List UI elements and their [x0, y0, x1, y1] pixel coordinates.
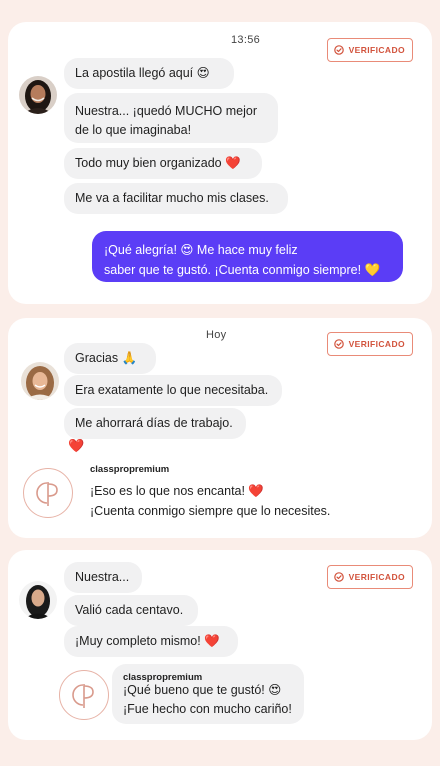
verified-label: VERIFICADO — [348, 572, 405, 582]
chat-card-1: 13:56 VERIFICADO La apostila llegó aquí … — [8, 22, 432, 304]
message-bubble: Nuestra... — [64, 562, 142, 593]
verified-badge: VERIFICADO — [326, 38, 413, 62]
chat-card-3: VERIFICADO Nuestra... Valió cada centavo… — [8, 550, 432, 740]
message-bubble: ¡Muy completo mismo! ❤️ — [64, 626, 238, 657]
avatar-photo — [21, 362, 59, 400]
reply-author: classpropremium — [123, 672, 203, 683]
verified-badge: VERIFICADO — [326, 332, 413, 356]
reply-text: ¡Eso es lo que nos encanta! ❤️ ¡Cuenta c… — [90, 484, 331, 518]
heart-reaction: ❤️ — [68, 438, 85, 453]
brand-logo — [59, 670, 109, 720]
classpro-logo — [36, 482, 58, 506]
message-bubble: La apostila llegó aquí 😍 — [64, 58, 234, 89]
reply-author: classpropremium — [90, 464, 170, 475]
check-circle-icon — [333, 572, 344, 582]
timestamp: Hoy — [206, 329, 227, 341]
brand-logo — [23, 468, 73, 518]
message-bubble: Era exatamente lo que necesitaba. — [64, 375, 282, 406]
message-bubble: Todo muy bien organizado ❤️ — [64, 148, 262, 179]
verified-label: VERIFICADO — [348, 339, 405, 349]
verified-badge: VERIFICADO — [326, 565, 413, 589]
classpro-logo — [72, 684, 94, 708]
timestamp: 13:56 — [231, 34, 261, 46]
avatar — [21, 362, 59, 400]
reply-bubble: ¡Qué alegría! 😍 Me hace muy feliz saber … — [92, 231, 403, 282]
reply-bubble: classpropremium ¡Qué bueno que te gustó!… — [112, 664, 304, 724]
avatar-photo — [19, 76, 57, 114]
verified-label: VERIFICADO — [348, 45, 405, 55]
message-bubble: Me va a facilitar mucho mis clases. — [64, 183, 288, 214]
check-circle-icon — [333, 45, 344, 55]
message-bubble: Me ahorrará días de trabajo. — [64, 408, 246, 439]
message-bubble: Nuestra... ¡quedó MUCHO mejor de lo que … — [64, 93, 278, 143]
message-bubble: Gracias 🙏 — [64, 343, 156, 374]
avatar-photo — [19, 581, 57, 619]
message-bubble: Valió cada centavo. — [64, 595, 198, 626]
chat-card-2: Hoy VERIFICADO Gracias 🙏 Era exatamente … — [8, 318, 432, 538]
avatar — [19, 76, 57, 114]
check-circle-icon — [333, 339, 344, 349]
avatar — [19, 581, 57, 619]
